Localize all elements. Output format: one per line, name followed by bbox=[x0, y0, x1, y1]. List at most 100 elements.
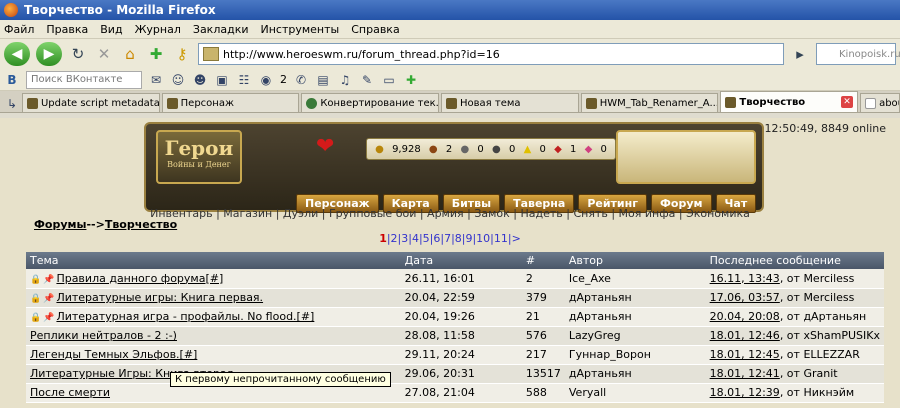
menu-file[interactable]: Файл bbox=[4, 23, 34, 36]
tab-convert-text[interactable]: Конвертирование тек... bbox=[301, 93, 440, 112]
game-logo[interactable]: Герои Войны и Денег bbox=[156, 130, 242, 184]
last-post-link[interactable]: 18.01, 12:41 bbox=[710, 367, 780, 380]
vk-logo-icon[interactable]: B bbox=[4, 72, 20, 88]
server-clock: 12:50:49, 8849 online bbox=[764, 122, 886, 135]
home-icon[interactable]: ⌂ bbox=[120, 44, 140, 64]
topic-link[interactable]: Легенды Темных Эльфов.[#] bbox=[30, 348, 197, 361]
pin-icon: 📌 bbox=[43, 294, 55, 304]
gem-amount: 0 bbox=[600, 143, 607, 155]
col-last-post: Последнее сообщение bbox=[705, 252, 884, 269]
go-icon[interactable]: ▸ bbox=[790, 44, 810, 64]
menu-view[interactable]: Вид bbox=[100, 23, 122, 36]
pin-icon: 📌 bbox=[43, 313, 55, 323]
sulfur-icon: ▲ bbox=[523, 143, 532, 155]
reload-icon[interactable]: ↻ bbox=[68, 44, 88, 64]
menu-bookmarks[interactable]: Закладки bbox=[193, 23, 249, 36]
tab-favicon-icon bbox=[306, 97, 318, 109]
topics-table: Тема Дата # Автор Последнее сообщение 🔒 📌… bbox=[26, 252, 884, 403]
document-icon[interactable]: ▭ bbox=[381, 72, 397, 88]
menu-edit[interactable]: Правка bbox=[46, 23, 88, 36]
tab-favicon-icon bbox=[865, 97, 877, 109]
tab-list-icon[interactable]: ↳ bbox=[4, 96, 20, 112]
crystal-amount: 1 bbox=[570, 143, 577, 155]
table-row: Реплики нейтралов - 2 :-) 28.08, 11:58 5… bbox=[26, 326, 884, 346]
lock-icon: 🔒 bbox=[30, 313, 42, 323]
search-input[interactable]: Kinopoisk.ru bbox=[816, 43, 900, 65]
back-button[interactable]: ◀ bbox=[4, 42, 30, 66]
breadcrumb-forums[interactable]: Форумы bbox=[34, 218, 86, 231]
last-post-link[interactable]: 16.11, 13:43 bbox=[710, 272, 780, 285]
table-row: 🔒 📌 Литературные игры: Книга первая. 20.04… bbox=[26, 288, 884, 308]
music-icon[interactable]: ♫ bbox=[337, 72, 353, 88]
last-post-link[interactable]: 18.01, 12:46 bbox=[710, 329, 780, 342]
topic-link[interactable]: Литературная игра - профайлы. No flood.[… bbox=[56, 310, 314, 323]
topic-link[interactable]: Реплики нейтралов - 2 :-) bbox=[30, 329, 177, 342]
add-icon[interactable]: ✚ bbox=[403, 72, 419, 88]
col-author: Автор bbox=[564, 252, 706, 269]
user-icon[interactable]: ☺ bbox=[170, 72, 186, 88]
breadcrumb: Форумы-->Творчество bbox=[34, 218, 178, 231]
navigation-toolbar: ◀ ▶ ↻ ✕ ⌂ ✚ ⚷ http://www.heroeswm.ru/for… bbox=[0, 39, 900, 69]
url-bar[interactable]: http://www.heroeswm.ru/forum_thread.php?… bbox=[198, 43, 784, 65]
menu-bar: Файл Правка Вид Журнал Закладки Инструме… bbox=[0, 20, 900, 39]
menu-history[interactable]: Журнал bbox=[135, 23, 181, 36]
page-content: 12:50:49, 8849 online Герои Войны и Дене… bbox=[0, 118, 900, 408]
pagination[interactable]: 1|2|3|4|5|6|7|8|9|10|11|> bbox=[0, 232, 900, 245]
photo-icon[interactable]: ▣ bbox=[214, 72, 230, 88]
table-row: Легенды Темных Эльфов.[#] 29.11, 20:24 2… bbox=[26, 345, 884, 365]
sulfur-amount: 0 bbox=[539, 143, 546, 155]
forward-button[interactable]: ▶ bbox=[36, 42, 62, 66]
wood-amount: 2 bbox=[445, 143, 453, 155]
chat-icon[interactable]: ✆ bbox=[293, 72, 309, 88]
tab-character[interactable]: Персонаж bbox=[161, 93, 300, 112]
friends-icon[interactable]: ☻ bbox=[192, 72, 208, 88]
topic-link[interactable]: После смерти bbox=[30, 386, 110, 399]
breadcrumb-current[interactable]: Творчество bbox=[105, 218, 177, 231]
page-links[interactable]: |2|3|4|5|6|7|8|9|10|11|> bbox=[387, 232, 521, 245]
menu-help[interactable]: Справка bbox=[351, 23, 399, 36]
last-post-link[interactable]: 20.04, 20:08 bbox=[710, 310, 780, 323]
groups-icon[interactable]: ☷ bbox=[236, 72, 252, 88]
topic-link[interactable]: Литературные игры: Книга первая. bbox=[56, 291, 263, 304]
tab-about[interactable]: abou bbox=[860, 93, 900, 112]
notifications-icon[interactable]: ◉ bbox=[258, 72, 274, 88]
video-icon[interactable]: ▤ bbox=[315, 72, 331, 88]
table-row: 🔒 📌 Правила данного форума[#] 26.11, 16:01… bbox=[26, 269, 884, 289]
table-row: Литературные Игры: Книга вторая 29.06, 2… bbox=[26, 364, 884, 384]
last-post-link[interactable]: 18.01, 12:45 bbox=[710, 348, 780, 361]
topic-link[interactable]: Правила данного форума[#] bbox=[56, 272, 223, 285]
mail-icon[interactable]: ✉ bbox=[148, 72, 164, 88]
notes-icon[interactable]: ✎ bbox=[359, 72, 375, 88]
table-row: После смерти 27.08, 21:04 588 Veryall 18… bbox=[26, 383, 884, 403]
tab-favicon-icon bbox=[26, 97, 38, 109]
menu-tools[interactable]: Инструменты bbox=[261, 23, 340, 36]
stop-icon[interactable]: ✕ bbox=[94, 44, 114, 64]
add-bookmark-icon[interactable]: ✚ bbox=[146, 44, 166, 64]
tab-creativity[interactable]: Творчество ✕ bbox=[720, 91, 859, 112]
firefox-icon bbox=[4, 3, 18, 17]
last-post-link[interactable]: 17.06, 03:57 bbox=[710, 291, 780, 304]
resources-bar: ● 9,928 ● 2 ● 0 ● 0 ▲ 0 ◆ 1 ◆ 0 bbox=[366, 138, 616, 160]
lock-icon: 🔒 bbox=[30, 294, 42, 304]
tab-new-topic[interactable]: Новая тема bbox=[441, 93, 579, 112]
table-row: 🔒 📌 Литературная игра - профайлы. No flood… bbox=[26, 307, 884, 327]
tab-update-script[interactable]: Update script metadata... bbox=[21, 93, 160, 112]
lock-icon: 🔒 bbox=[30, 274, 42, 285]
tab-favicon-icon bbox=[585, 97, 597, 109]
key-icon[interactable]: ⚷ bbox=[172, 44, 192, 64]
url-text: http://www.heroeswm.ru/forum_thread.php?… bbox=[223, 47, 500, 61]
gold-icon: ● bbox=[375, 143, 384, 155]
site-favicon-icon bbox=[203, 47, 219, 61]
col-topic: Тема bbox=[26, 252, 401, 269]
tab-favicon-icon bbox=[446, 97, 458, 109]
tab-favicon-icon bbox=[725, 96, 737, 108]
pin-icon: 📌 bbox=[43, 274, 55, 285]
health-heart-icon: ❤ bbox=[316, 134, 335, 159]
last-post-link[interactable]: 18.01, 12:39 bbox=[710, 386, 780, 399]
vk-search-input[interactable]: Поиск ВКонтакте bbox=[26, 70, 142, 89]
tab-tab-renamer[interactable]: HWM_Tab_Renamer_A... bbox=[580, 93, 719, 112]
window-title: Творчество - Mozilla Firefox bbox=[24, 3, 216, 17]
close-tab-icon[interactable]: ✕ bbox=[841, 96, 854, 108]
mercury-amount: 0 bbox=[508, 143, 516, 155]
tab-favicon-icon bbox=[166, 97, 178, 109]
